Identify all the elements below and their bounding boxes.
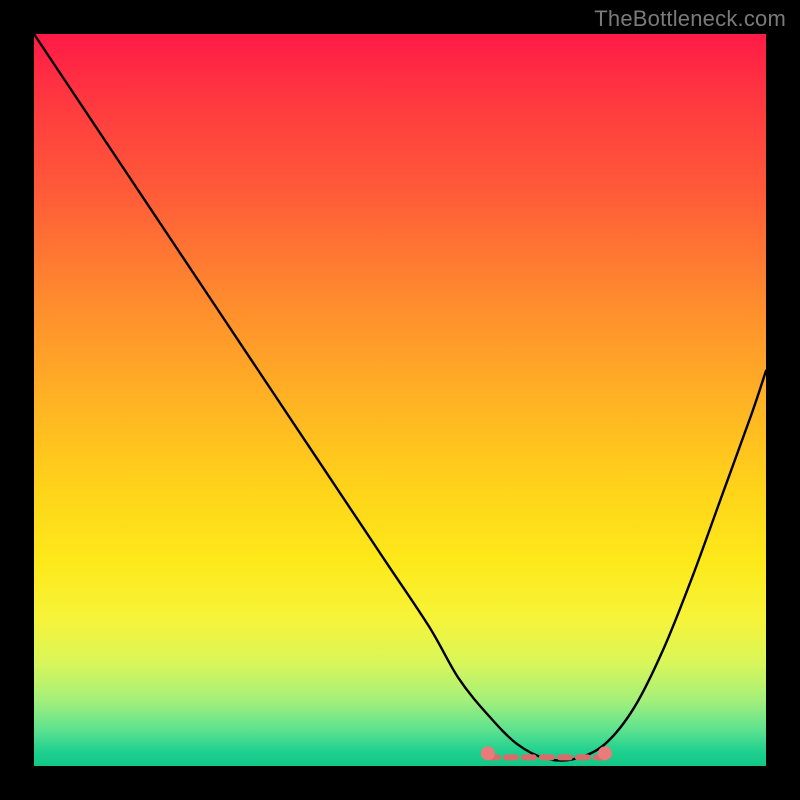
curve-svg xyxy=(34,34,766,766)
flat-region-end-dot xyxy=(598,746,612,760)
watermark-label: TheBottleneck.com xyxy=(594,6,786,32)
plot-area xyxy=(34,34,766,766)
chart-frame: TheBottleneck.com xyxy=(0,0,800,800)
bottleneck-curve xyxy=(34,34,766,761)
flat-region-start-dot xyxy=(481,746,495,760)
